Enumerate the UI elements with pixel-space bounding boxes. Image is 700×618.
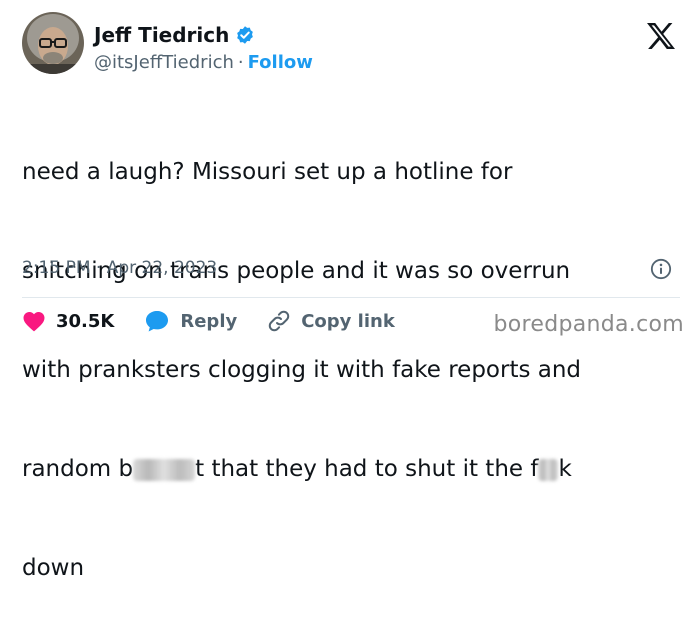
handle-row: @itsJeffTiedrich · Follow <box>94 52 313 73</box>
author-name[interactable]: Jeff Tiedrich <box>94 23 229 47</box>
copy-link-button[interactable]: Copy link <box>267 309 395 333</box>
heart-icon <box>23 312 45 332</box>
tweet-line: down <box>22 555 85 581</box>
timestamp-separator: · <box>95 258 102 278</box>
watermark: boredpanda.com <box>493 312 684 337</box>
action-bar: 30.5K Reply Copy link <box>22 309 425 333</box>
censor-blur <box>133 458 196 481</box>
divider <box>22 297 680 298</box>
tweet-text: need a laugh? Missouri set up a hotline … <box>22 90 672 618</box>
reply-label: Reply <box>180 310 238 332</box>
like-button[interactable]: 30.5K <box>22 310 114 332</box>
tweet-date: Apr 22, 2023 <box>106 258 218 278</box>
tweet-line: with pranksters clogging it with fake re… <box>22 357 582 383</box>
tweet-fragment: t that they had to shut it the f <box>195 456 539 482</box>
handle-separator: · <box>237 52 244 73</box>
tweet-fragment: random b <box>22 456 134 482</box>
tweet-timestamp[interactable]: 2:15 PM · Apr 22, 2023 <box>22 258 217 278</box>
reply-bubble-icon <box>146 311 169 332</box>
link-icon <box>269 310 290 332</box>
tweet-line: random b t that they had to shut it the f… <box>22 453 672 486</box>
reply-button[interactable]: Reply <box>144 309 237 333</box>
tweet-time: 2:15 PM <box>22 258 91 278</box>
info-icon[interactable] <box>650 258 672 280</box>
follow-button[interactable]: Follow <box>248 52 313 73</box>
censor-blur <box>538 458 559 481</box>
author-name-row: Jeff Tiedrich <box>94 23 255 47</box>
verified-badge-icon <box>235 25 255 45</box>
tweet-fragment: k <box>558 456 572 482</box>
tweet-header: Jeff Tiedrich @itsJeffTiedrich · Follow <box>22 12 682 82</box>
avatar[interactable] <box>22 12 84 74</box>
copy-link-label: Copy link <box>301 310 395 332</box>
tweet-line: need a laugh? Missouri set up a hotline … <box>22 159 513 185</box>
author-handle[interactable]: @itsJeffTiedrich <box>94 52 234 73</box>
x-logo-icon[interactable] <box>646 22 676 50</box>
like-count: 30.5K <box>56 310 115 332</box>
